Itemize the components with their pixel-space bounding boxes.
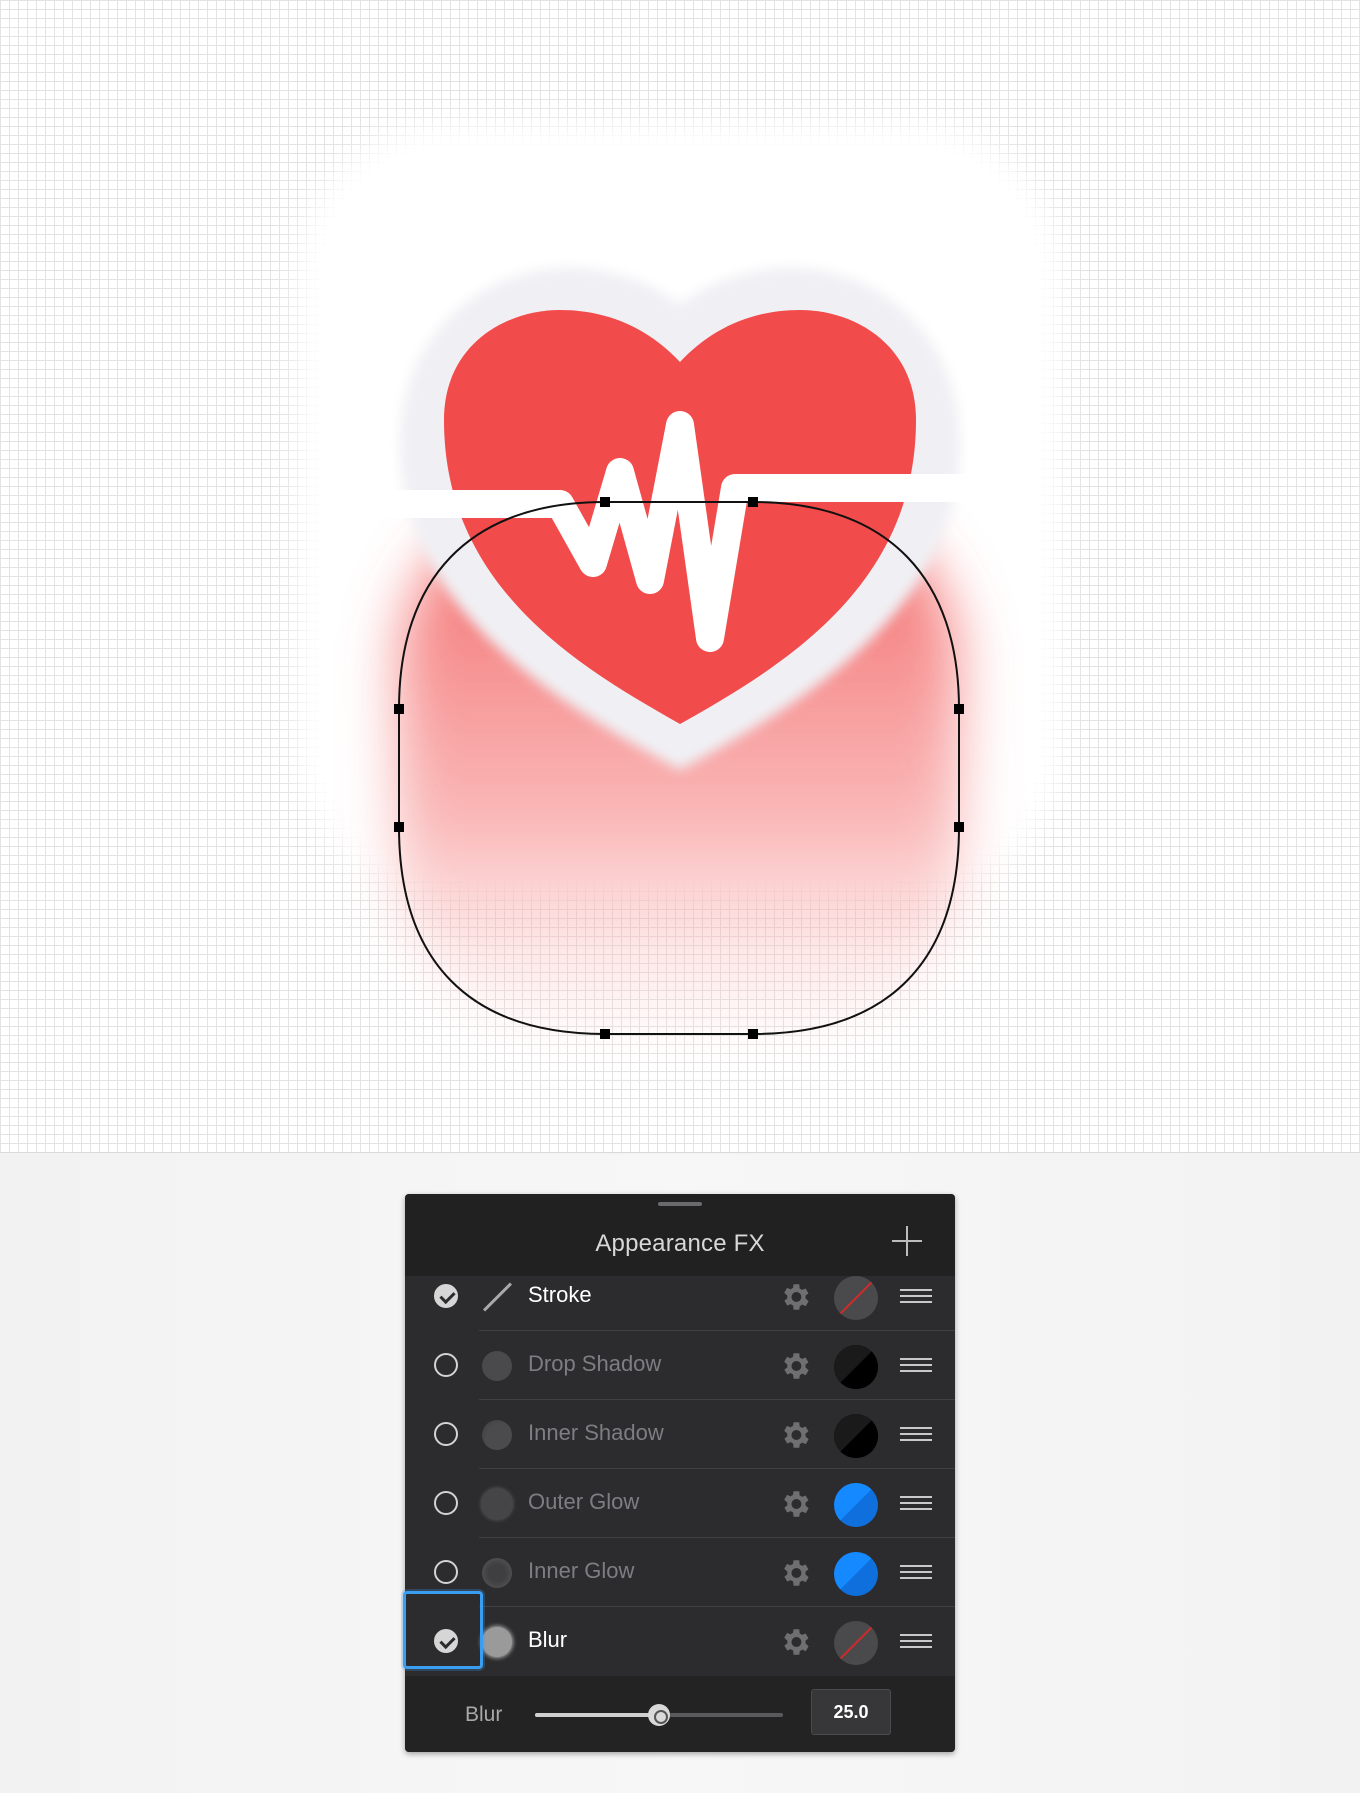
gear-icon[interactable] [778, 1418, 812, 1452]
blur-amount-label: Blur [465, 1703, 503, 1726]
drag-handle-icon[interactable] [900, 1496, 932, 1510]
gear-icon[interactable] [778, 1487, 812, 1521]
effect-label: Inner Shadow [528, 1420, 664, 1445]
gear-icon[interactable] [778, 1625, 812, 1659]
inner-glow-icon [482, 1558, 512, 1588]
appearance-fx-panel: Appearance FX Stroke Drop Shadow Inner S… [405, 1194, 955, 1752]
inner-glow-color-swatch[interactable] [834, 1552, 878, 1596]
blur-value-field[interactable]: 25.0 [811, 1689, 891, 1735]
panel-title: Appearance FX [595, 1230, 765, 1257]
effect-row-outer-glow[interactable]: Outer Glow [405, 1469, 955, 1538]
artboard-canvas[interactable] [0, 0, 1360, 1153]
blur-slider-thumb[interactable] [648, 1704, 670, 1726]
inner-shadow-toggle-checkbox[interactable] [434, 1422, 458, 1446]
stroke-toggle-checkbox[interactable] [434, 1284, 458, 1308]
inner-shadow-color-swatch[interactable] [834, 1414, 878, 1458]
panel-grab-handle[interactable] [658, 1202, 702, 1206]
drop-shadow-toggle-checkbox[interactable] [434, 1353, 458, 1377]
outer-glow-color-swatch[interactable] [834, 1483, 878, 1527]
artwork [300, 125, 1060, 1039]
effect-row-inner-glow[interactable]: Inner Glow [405, 1538, 955, 1607]
effect-label: Inner Glow [528, 1558, 635, 1583]
blur-settings-bar: Blur 25.0 [405, 1676, 955, 1752]
blur-slider[interactable] [535, 1704, 783, 1726]
effect-label: Drop Shadow [528, 1351, 662, 1376]
stroke-color-swatch[interactable] [834, 1276, 878, 1320]
drag-handle-icon[interactable] [900, 1634, 932, 1648]
gear-icon[interactable] [778, 1349, 812, 1383]
gear-icon[interactable] [778, 1556, 812, 1590]
effect-row-drop-shadow[interactable]: Drop Shadow [405, 1331, 955, 1400]
effect-label: Stroke [528, 1282, 592, 1307]
inner-glow-toggle-checkbox[interactable] [434, 1560, 458, 1584]
drag-handle-icon[interactable] [900, 1358, 932, 1372]
effect-label: Outer Glow [528, 1489, 640, 1514]
drag-handle-icon[interactable] [900, 1565, 932, 1579]
effect-label: Blur [528, 1627, 568, 1652]
effect-row-inner-shadow[interactable]: Inner Shadow [405, 1400, 955, 1469]
stroke-icon [482, 1282, 512, 1312]
gear-icon[interactable] [778, 1280, 812, 1314]
drop-shadow-icon [482, 1351, 512, 1381]
outer-glow-toggle-checkbox[interactable] [434, 1491, 458, 1515]
drag-handle-icon[interactable] [900, 1427, 932, 1441]
blur-color-swatch[interactable] [834, 1621, 878, 1665]
add-effect-button[interactable] [890, 1224, 924, 1258]
drag-handle-icon[interactable] [900, 1289, 932, 1303]
outer-glow-icon [482, 1489, 512, 1519]
effect-row-stroke[interactable]: Stroke [405, 1262, 955, 1331]
blur-slider-fill [535, 1713, 659, 1717]
blur-checkbox-highlight [403, 1591, 483, 1669]
inner-shadow-icon [482, 1420, 512, 1450]
effect-row-blur[interactable]: Blur [405, 1607, 955, 1676]
drop-shadow-color-swatch[interactable] [834, 1345, 878, 1389]
blur-icon [482, 1627, 512, 1657]
